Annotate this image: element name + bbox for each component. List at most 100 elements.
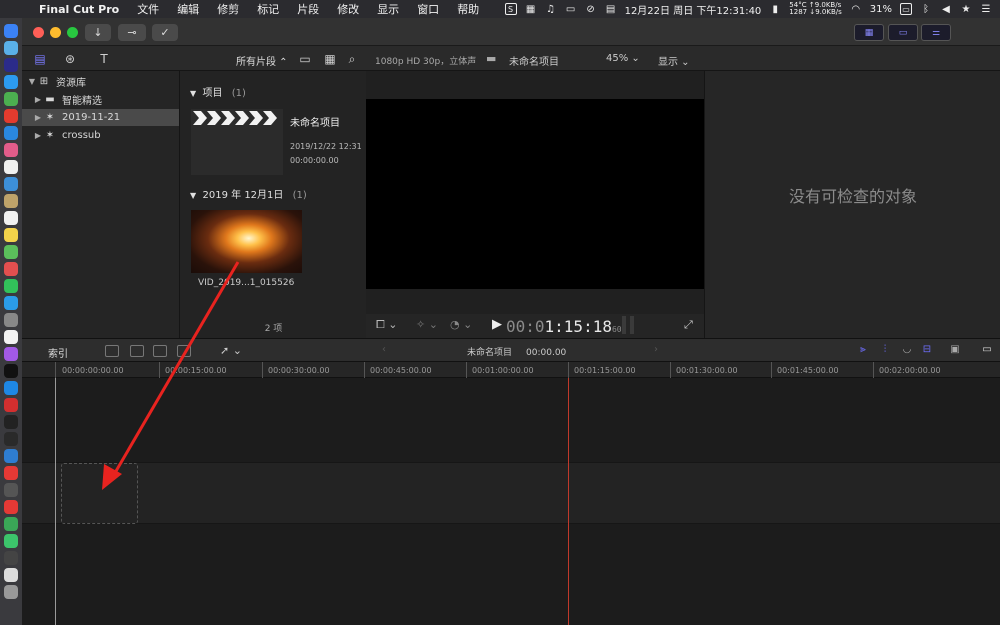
skimming-icon[interactable]: ⫶ <box>878 344 892 357</box>
insert-clip-icon[interactable] <box>130 345 144 357</box>
photos-audio-icon[interactable]: ⊛ <box>62 51 78 67</box>
sidebar-item-crossub[interactable]: ▶ ✶ crossub <box>22 127 179 144</box>
clip-appearance-icon[interactable]: ▣ <box>948 344 962 357</box>
app-icon[interactable] <box>4 330 18 344</box>
system-stats[interactable]: 54°C ↑9.0KB/s 1287 ↓9.0KB/s <box>789 2 841 16</box>
menu-view[interactable]: 显示 <box>368 1 408 17</box>
clip-appearance-icon[interactable]: ▭ <box>297 51 313 67</box>
close-window-button[interactable] <box>33 27 44 38</box>
vivaldi-icon[interactable] <box>4 398 18 412</box>
skimmer-playhead[interactable] <box>568 378 569 625</box>
star-icon[interactable]: ★ <box>960 3 972 15</box>
menu-clip[interactable]: 片段 <box>288 1 328 17</box>
append-clip-icon[interactable] <box>153 345 167 357</box>
history-forward-icon[interactable]: › <box>654 344 658 355</box>
primary-storyline[interactable] <box>22 462 1000 524</box>
finalcut-icon[interactable] <box>4 551 18 565</box>
siri-icon[interactable] <box>4 41 18 55</box>
timeline-ruler[interactable]: 00:00:00:00.00 00:00:15:00.00 00:00:30:0… <box>22 362 1000 378</box>
filmstrip-icon[interactable]: ▦ <box>322 51 338 67</box>
zoom-dropdown[interactable]: 45% ⌄ <box>606 53 640 64</box>
disclosure-right-icon[interactable]: ▶ <box>33 95 43 104</box>
clip-filter-dropdown[interactable]: 所有片段 ⌃ <box>236 53 288 68</box>
app-icon[interactable] <box>4 194 18 208</box>
safari-icon[interactable] <box>4 75 18 89</box>
android-icon[interactable] <box>4 92 18 106</box>
app-icon[interactable] <box>4 245 18 259</box>
menu-help[interactable]: 帮助 <box>448 1 488 17</box>
netease-icon[interactable] <box>4 500 18 514</box>
project-thumbnail[interactable] <box>191 109 283 175</box>
event-section-header[interactable]: ▼ 2019 年 12月1日 (1) <box>190 186 307 201</box>
app-icon[interactable] <box>4 483 18 497</box>
libraries-icon[interactable]: ▤ <box>32 51 48 67</box>
app-icon[interactable] <box>4 296 18 310</box>
titles-generators-icon[interactable]: T <box>96 51 112 67</box>
app-icon[interactable] <box>4 313 18 327</box>
transform-icon[interactable]: ⧠ ⌄ <box>376 318 398 332</box>
clip-thumbnail[interactable] <box>191 210 302 273</box>
appstore-icon[interactable] <box>4 381 18 395</box>
disclosure-down-icon[interactable]: ▼ <box>190 191 196 200</box>
fullscreen-icon[interactable]: ⤢ <box>684 318 693 332</box>
viewer-canvas[interactable] <box>366 99 704 289</box>
datetime[interactable]: 12月22日 周日 下午12:31:40 <box>625 2 762 17</box>
chrome-icon[interactable] <box>4 109 18 123</box>
notes-icon[interactable] <box>4 228 18 242</box>
connect-clip-icon[interactable] <box>105 345 119 357</box>
vpn-icon[interactable] <box>4 449 18 463</box>
inspector-toggle-button[interactable]: ⚌ <box>921 24 951 41</box>
disclosure-down-icon[interactable]: ▼ <box>27 77 37 86</box>
menu-edit[interactable]: 编辑 <box>168 1 208 17</box>
key-icon[interactable]: ⊸ <box>118 24 146 41</box>
finder-icon[interactable] <box>4 24 18 38</box>
disclosure-right-icon[interactable]: ▶ <box>33 113 43 122</box>
clip-name[interactable]: VID_2019...1_015526 <box>198 278 294 288</box>
disclosure-right-icon[interactable]: ▶ <box>33 131 43 140</box>
import-icon[interactable]: ↓ <box>85 24 111 41</box>
app-icon[interactable] <box>4 143 18 157</box>
background-tasks-icon[interactable]: ✓ <box>152 24 178 41</box>
launchpad-icon[interactable] <box>4 58 18 72</box>
app-icon[interactable] <box>4 517 18 531</box>
compass-icon[interactable]: ⊘ <box>585 3 597 15</box>
menu-file[interactable]: 文件 <box>128 1 168 17</box>
menu-mark[interactable]: 标记 <box>248 1 288 17</box>
index-button[interactable]: 索引 <box>48 345 68 360</box>
app-icon[interactable] <box>4 160 18 174</box>
app-icon[interactable] <box>4 126 18 140</box>
solo-headphones-icon[interactable]: ◡ <box>900 344 914 357</box>
calendar-icon[interactable]: ▤ <box>605 3 617 15</box>
menu-app-name[interactable]: Final Cut Pro <box>30 3 128 16</box>
library-row[interactable]: ▼ ⊞ 资源库 <box>22 73 179 90</box>
disclosure-down-icon[interactable]: ▼ <box>190 89 196 98</box>
trash-icon[interactable] <box>4 585 18 599</box>
storyline-drop-zone[interactable] <box>61 463 138 524</box>
search-icon[interactable]: ⌕ <box>344 51 360 67</box>
calendar-app-icon[interactable] <box>4 211 18 225</box>
app-s-icon[interactable]: S <box>504 3 517 15</box>
grid-icon[interactable]: ▦ <box>525 3 537 15</box>
projects-section-header[interactable]: ▼ 项目 (1) <box>190 84 246 99</box>
battery-icon[interactable]: ▭ <box>900 3 912 15</box>
snapping-icon[interactable]: ⊟ <box>920 344 934 357</box>
app-icon[interactable] <box>4 177 18 191</box>
menu-trim[interactable]: 修剪 <box>208 1 248 17</box>
messages-icon[interactable] <box>4 279 18 293</box>
document-icon[interactable] <box>4 568 18 582</box>
overwrite-clip-icon[interactable] <box>177 345 191 357</box>
music-icon[interactable]: ♫ <box>545 3 557 15</box>
browser-toggle-button[interactable]: ▦ <box>854 24 884 41</box>
play-icon[interactable]: ▶ <box>492 317 502 332</box>
menu-window[interactable]: 窗口 <box>408 1 448 17</box>
menu-modify[interactable]: 修改 <box>328 1 368 17</box>
message-icon[interactable]: ▭ <box>565 3 577 15</box>
sidebar-item-event-2019-11-21[interactable]: ▶ ✶ 2019-11-21 <box>22 109 179 126</box>
retime-icon[interactable]: ◔ ⌄ <box>450 318 472 331</box>
podcasts-icon[interactable] <box>4 347 18 361</box>
sidebar-item-smart-collections[interactable]: ▶ ▬ 智能精选 <box>22 91 179 108</box>
audio-skimming-icon[interactable]: ⫸ <box>856 344 870 357</box>
volume-icon[interactable]: ◀ <box>940 3 952 15</box>
yandex-icon[interactable] <box>4 466 18 480</box>
bluetooth-icon[interactable]: ᛒ <box>920 3 932 15</box>
